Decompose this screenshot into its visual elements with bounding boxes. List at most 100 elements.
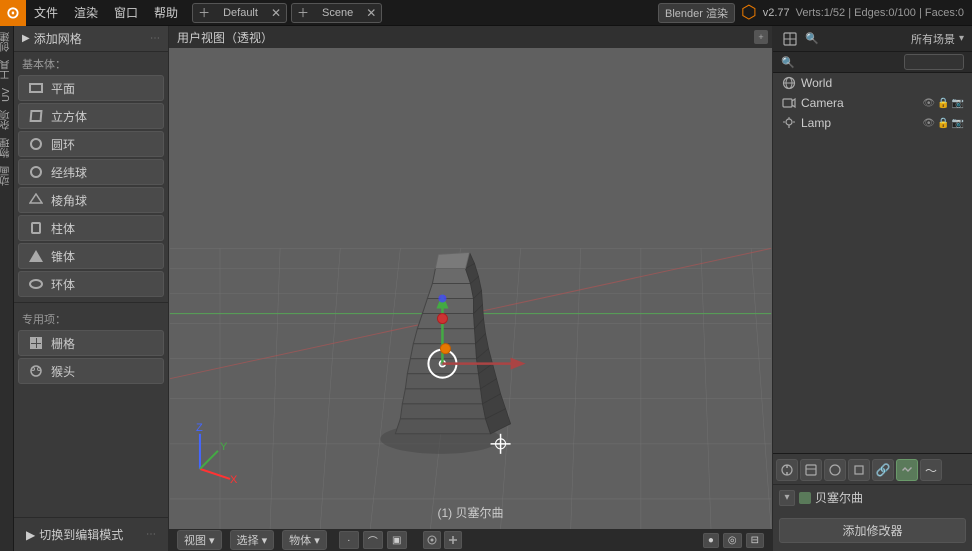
prop-object-icon[interactable]	[848, 459, 870, 481]
vtab-create[interactable]: 创建	[0, 28, 16, 56]
vtab-misc[interactable]: 杂项	[0, 106, 16, 134]
version-info: v2.77	[763, 7, 790, 19]
select-vertex-btn[interactable]: ·	[339, 531, 359, 549]
tab-close-scene[interactable]: ✕	[361, 4, 381, 22]
add-modifier-section: 添加修改器	[773, 510, 972, 551]
add-modifier-btn[interactable]: 添加修改器	[779, 518, 966, 543]
top-menu: 文件 渲染 窗口 帮助	[26, 0, 186, 25]
lamp-render[interactable]: 📷	[952, 118, 964, 129]
icosphere-icon	[27, 191, 45, 209]
viewport-corner[interactable]: +	[754, 30, 768, 44]
viewport[interactable]: 用户视图（透视） +	[169, 26, 772, 551]
camera-actions: 👁 🔒 📷	[922, 98, 964, 109]
pivot-btn[interactable]	[423, 531, 441, 549]
viewport-canvas[interactable]: Z X Y (1) 贝塞尔曲	[169, 48, 772, 529]
top-tabs: ＋ Default ✕ ＋ Scene ✕	[186, 3, 658, 23]
monkey-icon	[27, 362, 45, 380]
object-color	[799, 492, 811, 504]
viewport-wire[interactable]: ⊟	[746, 533, 764, 548]
modifier-dropdown[interactable]: ▾	[779, 490, 795, 506]
edit-mode-btn[interactable]: ▶ 切换到编辑模式 ⋯	[18, 522, 164, 547]
outliner-header: 🔍	[773, 52, 972, 73]
left-vertical-tabs: 创建 工具 UV 杂项 物理 动画	[0, 26, 14, 551]
outliner-world-label: World	[801, 76, 832, 90]
viewport-header: 用户视图（透视）	[169, 26, 772, 48]
viewport-bottom: 视图 ▾ 选择 ▾ 物体 ▾ · ⌒ ▣ ● ◎ ⊟	[169, 529, 772, 551]
btn-monkey[interactable]: 猴头	[18, 358, 164, 384]
menu-render[interactable]: 渲染	[66, 0, 106, 25]
select-menu[interactable]: 选择 ▾	[230, 530, 275, 550]
scene-label: 所有场景	[911, 31, 955, 47]
lamp-eye[interactable]: 👁	[922, 118, 935, 129]
btn-uvsphere[interactable]: 经纬球	[18, 159, 164, 185]
viewport-svg: Z X Y	[169, 48, 772, 529]
camera-lock[interactable]: 🔒	[937, 98, 949, 109]
prop-render-icon[interactable]	[776, 459, 798, 481]
menu-help[interactable]: 帮助	[146, 0, 186, 25]
prop-modifier-icon[interactable]	[896, 459, 918, 481]
btn-cube[interactable]: 立方体	[18, 103, 164, 129]
left-sidebar: ▶ 添加网格 ⋯ 基本体： 平面 立方体 圆环 经纬球	[14, 26, 169, 551]
special-label: 专用项：	[14, 307, 168, 329]
top-bar-right: Blender 渲染 ⬡ v2.77 Verts:1/52 | Edges:0/…	[658, 2, 972, 23]
panel-view-icon[interactable]	[781, 30, 799, 48]
svg-text:Z: Z	[196, 422, 203, 434]
tab-close-default[interactable]: ✕	[266, 4, 286, 22]
panel-search-icon[interactable]: 🔍	[803, 30, 821, 48]
viewport-shading[interactable]: ●	[703, 533, 719, 548]
right-panel-icons: 🔍	[781, 30, 821, 48]
outliner-search[interactable]	[904, 54, 964, 70]
vtab-uv[interactable]: UV	[0, 84, 14, 106]
prop-constraints-icon[interactable]: 🔗	[872, 459, 894, 481]
prop-world-icon[interactable]	[824, 459, 846, 481]
manipulator-btn[interactable]	[444, 531, 462, 549]
tab-group-scene: ＋ Scene ✕	[291, 3, 382, 23]
btn-icosphere[interactable]: 棱角球	[18, 187, 164, 213]
tab-scene[interactable]: Scene	[314, 5, 361, 21]
viewport-title: 用户视图（透视）	[177, 29, 273, 46]
select-face-btn[interactable]: ▣	[387, 531, 407, 549]
menu-window[interactable]: 窗口	[106, 0, 146, 25]
tab-add-scene[interactable]: ＋	[292, 2, 314, 23]
plane-icon	[27, 79, 45, 97]
cylinder-icon	[27, 219, 45, 237]
menu-file[interactable]: 文件	[26, 0, 66, 25]
outliner-world[interactable]: World	[773, 73, 972, 93]
vtab-anim[interactable]: 动画	[0, 162, 16, 190]
object-menu[interactable]: 物体 ▾	[282, 530, 327, 550]
right-panel: 🔍 所有场景 ▾ 🔍 World Came	[772, 26, 972, 551]
outliner-lamp[interactable]: Lamp 👁 🔒 📷	[773, 113, 972, 133]
top-bar: ⊙ 文件 渲染 窗口 帮助 ＋ Default ✕ ＋ Scene ✕ Blen…	[0, 0, 972, 26]
cone-icon	[27, 247, 45, 265]
modifier-header: ▾ 贝塞尔曲	[773, 485, 972, 510]
btn-cylinder[interactable]: 柱体	[18, 215, 164, 241]
outliner-search-icon: 🔍	[781, 56, 795, 69]
select-edge-btn[interactable]: ⌒	[363, 531, 383, 549]
uvsphere-icon	[27, 163, 45, 181]
tab-default[interactable]: Default	[215, 5, 266, 21]
vtab-phys[interactable]: 物理	[0, 134, 16, 162]
btn-torus[interactable]: 环体	[18, 271, 164, 297]
vtab-tool[interactable]: 工具	[0, 56, 16, 84]
lamp-actions: 👁 🔒 📷	[922, 118, 964, 129]
tab-add-default[interactable]: ＋	[193, 2, 215, 23]
scene-dropdown[interactable]: ▾	[959, 33, 964, 44]
cube-icon	[27, 107, 45, 125]
circle-icon	[27, 135, 45, 153]
view-menu[interactable]: 视图 ▾	[177, 530, 222, 550]
prop-data-icon[interactable]: 〜	[920, 459, 942, 481]
btn-circle[interactable]: 圆环	[18, 131, 164, 157]
btn-plane[interactable]: 平面	[18, 75, 164, 101]
sidebar-title: 添加网格	[34, 30, 82, 47]
viewport-overlay[interactable]: ◎	[723, 533, 742, 548]
outliner-camera-label: Camera	[801, 96, 844, 110]
lamp-icon	[781, 115, 797, 131]
outliner-camera[interactable]: Camera 👁 🔒 📷	[773, 93, 972, 113]
prop-scene-icon[interactable]	[800, 459, 822, 481]
lamp-lock[interactable]: 🔒	[937, 118, 949, 129]
btn-grid[interactable]: 栅格	[18, 330, 164, 356]
camera-render[interactable]: 📷	[952, 98, 964, 109]
btn-cone[interactable]: 锥体	[18, 243, 164, 269]
camera-eye[interactable]: 👁	[922, 98, 935, 109]
renderer-label[interactable]: Blender 渲染	[658, 3, 735, 23]
